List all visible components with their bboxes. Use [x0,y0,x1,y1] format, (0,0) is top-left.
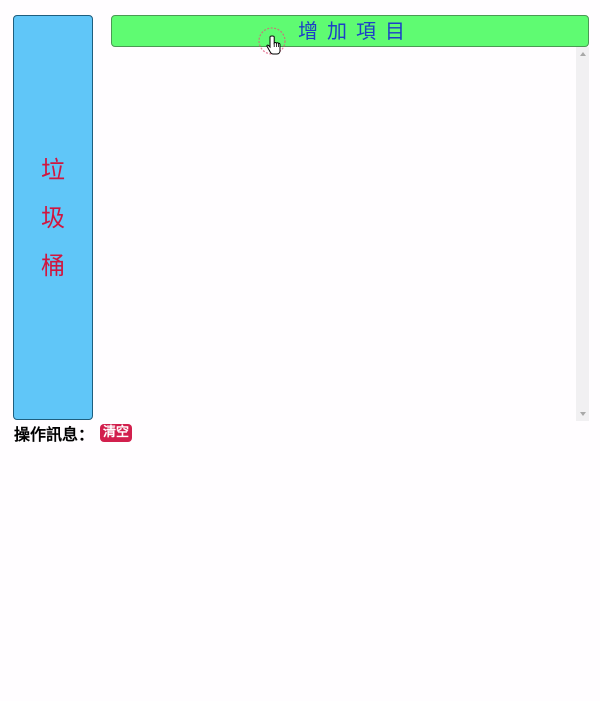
log-row: 操作訊息： 清空 [14,422,133,444]
item-list[interactable] [111,47,589,421]
log-label: 操作訊息： [14,425,95,444]
page: 垃圾桶 增加項目 操作訊息： 清空 [0,0,600,701]
clear-log-button[interactable]: 清空 [100,424,133,442]
trash-bin-drop-zone[interactable]: 垃圾桶 [13,15,93,420]
trash-bin-label: 垃圾桶 [41,155,65,280]
add-item-button[interactable]: 增加項目 [111,15,589,47]
scroll-up-arrow-icon[interactable] [580,52,586,56]
item-list-scrollbar[interactable] [576,47,589,421]
add-item-button-label: 增加項目 [298,19,414,43]
scroll-down-arrow-icon[interactable] [580,412,586,416]
